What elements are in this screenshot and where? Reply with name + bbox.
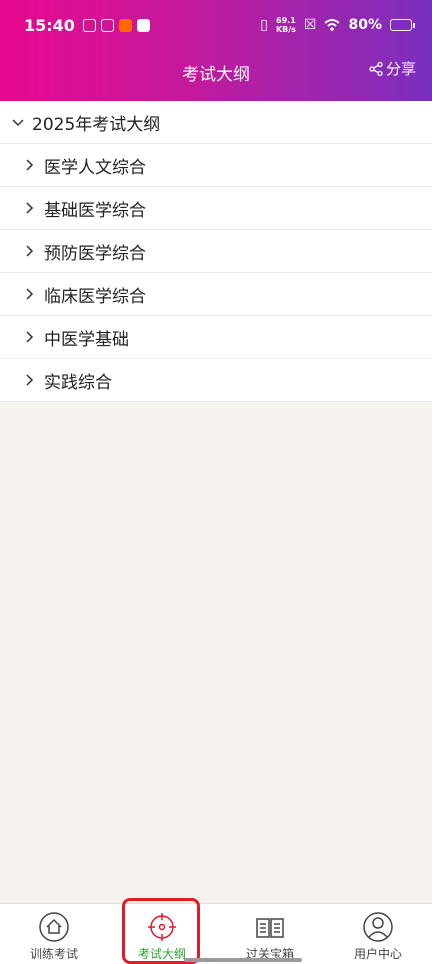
chevron-right-icon	[26, 245, 34, 257]
share-button[interactable]: 分享	[369, 58, 416, 79]
app-badge-icon	[118, 18, 132, 32]
status-time: 15:40	[24, 15, 75, 35]
tab-user-center[interactable]: 用户中心	[324, 904, 432, 964]
chevron-down-icon	[12, 119, 24, 127]
notification-icons	[82, 18, 150, 32]
tab-pass-treasure[interactable]: 过关宝箱	[216, 904, 324, 964]
outline-item-label: 医学人文综合	[44, 157, 146, 178]
home-indicator	[184, 958, 302, 962]
tab-exam-outline[interactable]: 考试大纲	[108, 904, 216, 964]
outline-item-label: 临床医学综合	[44, 286, 146, 307]
battery-icon	[390, 19, 415, 31]
vibrate-icon: ▯	[260, 17, 268, 33]
network-speed: 69.1 KB/s	[275, 16, 296, 34]
status-bar: 15:40 ▯ 69.1 KB/s ☒ 80%	[0, 0, 432, 50]
outline-item[interactable]: 实践综合	[0, 359, 432, 402]
outline-item[interactable]: 临床医学综合	[0, 273, 432, 316]
chevron-right-icon	[26, 331, 34, 343]
tab-label: 训练考试	[29, 947, 78, 961]
wifi-icon	[324, 19, 341, 31]
message-notification-icon	[136, 18, 150, 32]
outline-item-label: 预防医学综合	[44, 243, 146, 264]
header-bar: 15:40 ▯ 69.1 KB/s ☒ 80% 考试大纲 分享	[0, 0, 432, 101]
outline-item-label: 基础医学综合	[44, 200, 146, 221]
chevron-right-icon	[26, 288, 34, 300]
chevron-right-icon	[26, 159, 34, 171]
chevron-right-icon	[26, 202, 34, 214]
target-icon	[148, 913, 176, 941]
tab-label: 考试大纲	[137, 947, 186, 961]
page-title: 考试大纲	[182, 64, 250, 85]
chevron-right-icon	[26, 374, 34, 386]
status-right: ▯ 69.1 KB/s ☒ 80%	[260, 0, 415, 50]
tab-label: 用户中心	[353, 947, 402, 961]
battery-percent: 80%	[348, 17, 382, 33]
outline-item[interactable]: 中医学基础	[0, 316, 432, 359]
share-label: 分享	[385, 60, 416, 78]
tab-training-exam[interactable]: 训练考试	[0, 904, 108, 964]
outline-group-header[interactable]: 2025年考试大纲	[0, 101, 432, 144]
video-notification-icon	[100, 18, 114, 32]
outline-item[interactable]: 预防医学综合	[0, 230, 432, 273]
home-icon	[39, 912, 69, 942]
outline-list: 2025年考试大纲 医学人文综合 基础医学综合 预防医学综合 临床医学综合 中医…	[0, 101, 432, 402]
bottom-tab-bar: 训练考试 考试大纲 过关宝箱 用户中心	[0, 903, 432, 964]
share-icon	[369, 61, 383, 76]
outline-item-label: 实践综合	[44, 372, 112, 393]
outline-group-label: 2025年考试大纲	[32, 114, 161, 135]
outline-item[interactable]: 医学人文综合	[0, 144, 432, 187]
book-icon	[256, 918, 284, 938]
user-icon	[363, 912, 393, 942]
outline-item[interactable]: 基础医学综合	[0, 187, 432, 230]
app-notification-icon	[82, 18, 96, 32]
sim-icon: ☒	[303, 17, 317, 33]
outline-item-label: 中医学基础	[44, 329, 129, 350]
